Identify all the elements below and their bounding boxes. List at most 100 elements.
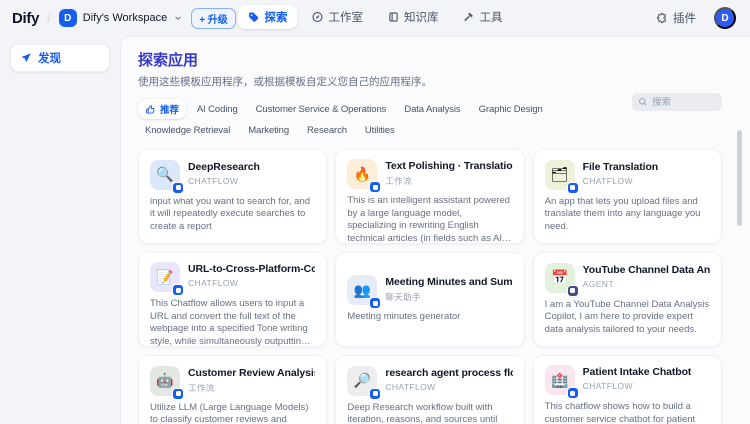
app-icon: 🔍: [150, 160, 180, 190]
app-cards-grid: 🔍 DeepResearch CHATFLOW input what you w…: [138, 149, 722, 424]
app-card-type: CHATFLOW: [188, 176, 260, 186]
page-title: 探索应用: [138, 49, 722, 70]
category-tab-research[interactable]: Research: [300, 122, 354, 139]
app-type-badge-icon: [369, 297, 381, 309]
content-area: 发现 探索应用 使用这些模板应用程序，或根据模板自定义您自己的应用程序。 推荐 …: [0, 36, 750, 424]
app-card-file-translation[interactable]: 🗂 File Translation CHATFLOW An app that …: [533, 149, 722, 244]
app-card-titles: YouTube Channel Data Analysis AGENT: [583, 263, 710, 289]
app-emoji-icon: 🔥: [354, 166, 371, 183]
discover-icon: [20, 52, 32, 64]
category-tab-recommended[interactable]: 推荐: [138, 99, 186, 119]
upgrade-button[interactable]: + 升级: [191, 8, 236, 29]
app-card-youtube-channel-data-analysis[interactable]: 📅 YouTube Channel Data Analysis AGENT I …: [533, 252, 722, 347]
app-card-header: 📅 YouTube Channel Data Analysis AGENT: [545, 263, 710, 293]
app-card-title: research agent process flow: [385, 367, 512, 380]
topbar-nav-item-tools[interactable]: 工具: [453, 5, 513, 29]
app-card-description: Utilize LLM (Large Language Models) to c…: [150, 402, 315, 424]
category-tab-utilities[interactable]: Utilities: [358, 122, 402, 139]
app-card-titles: File Translation CHATFLOW: [583, 160, 658, 186]
app-icon: 🔎: [347, 366, 377, 396]
app-card-title: Patient Intake Chatbot: [583, 366, 692, 379]
app-icon: 🔥: [347, 159, 377, 189]
plugins-label: 插件: [673, 10, 696, 26]
dify-logo: Dify: [12, 10, 39, 27]
app-card-title: File Translation: [583, 161, 658, 174]
workspace-avatar: D: [59, 9, 77, 27]
app-card-text-polishing-translation-tool[interactable]: 🔥 Text Polishing · Translation Tool 工作流 …: [335, 149, 524, 244]
app-emoji-icon: 🤖: [156, 372, 173, 389]
search-icon: [638, 97, 648, 107]
app-emoji-icon: 👥: [354, 282, 371, 299]
topbar-nav: 探索 工作室 知识库 工具: [238, 5, 513, 29]
sidebar: 发现: [0, 36, 120, 424]
app-card-type: CHATFLOW: [583, 381, 692, 391]
app-card-header: 🗂 File Translation CHATFLOW: [545, 160, 710, 190]
app-card-url-to-cross-platform-copywriting[interactable]: 📝 URL-to-Cross-Platform-Copywriting CHAT…: [138, 252, 327, 347]
nav-label: 工作室: [329, 9, 364, 25]
app-icon: 📅: [545, 263, 575, 293]
category-tab-marketing[interactable]: Marketing: [241, 122, 296, 139]
app-emoji-icon: 📅: [551, 269, 568, 286]
category-label: Knowledge Retrieval: [145, 125, 230, 136]
app-card-title: YouTube Channel Data Analysis: [583, 264, 710, 277]
app-card-header: 🔍 DeepResearch CHATFLOW: [150, 160, 315, 190]
logo-divider: /: [47, 11, 51, 26]
topbar-nav-item-knowledge[interactable]: 知识库: [377, 5, 449, 29]
category-label: Graphic Design: [479, 104, 543, 115]
thumbs-up-icon: [145, 104, 156, 115]
category-tab-customer-service[interactable]: Customer Service & Operations: [249, 99, 394, 119]
plugins-button[interactable]: 插件: [650, 9, 702, 27]
app-type-badge-icon: [567, 182, 579, 194]
workspace-selector[interactable]: D Dify's Workspace: [59, 9, 183, 27]
app-type-badge-icon: [172, 388, 184, 400]
app-card-titles: Patient Intake Chatbot CHATFLOW: [583, 365, 692, 391]
app-card-titles: research agent process flow CHATFLOW: [385, 366, 512, 392]
category-tab-knowledge-retrieval[interactable]: Knowledge Retrieval: [138, 122, 237, 139]
app-type-badge-icon: [369, 388, 381, 400]
nav-icon: [387, 11, 399, 23]
app-card-type: CHATFLOW: [583, 176, 658, 186]
category-tab-ai-coding[interactable]: AI Coding: [190, 99, 245, 119]
topbar-nav-item-explore[interactable]: 探索: [238, 5, 298, 29]
app-card-description: Deep Research workflow built with iterat…: [347, 402, 512, 424]
search-box[interactable]: [632, 93, 722, 111]
category-label: Research: [307, 125, 347, 136]
app-icon: 🏥: [545, 365, 575, 395]
app-card-meeting-minutes-and-summary[interactable]: 👥 Meeting Minutes and Summary 聊天助手 Meeti…: [335, 252, 524, 347]
app-icon: 📝: [150, 262, 180, 292]
app-type-badge-icon: [369, 181, 381, 193]
app-card-description: Meeting minutes generator: [347, 311, 512, 324]
workspace-name: Dify's Workspace: [83, 12, 167, 24]
search-input[interactable]: [652, 97, 716, 108]
app-card-titles: Text Polishing · Translation Tool 工作流: [385, 159, 512, 187]
app-card-customer-review-analysis-workflow[interactable]: 🤖 Customer Review Analysis Workflow 工作流 …: [138, 355, 327, 424]
chevron-down-icon: [173, 13, 183, 23]
nav-icon: [463, 11, 475, 23]
app-card-deepresearch[interactable]: 🔍 DeepResearch CHATFLOW input what you w…: [138, 149, 327, 244]
app-card-title: Meeting Minutes and Summary: [385, 276, 512, 289]
app-card-patient-intake-chatbot[interactable]: 🏥 Patient Intake Chatbot CHATFLOW This c…: [533, 355, 722, 424]
app-card-type: 工作流: [188, 382, 315, 394]
topbar-right: 插件 D: [650, 7, 736, 29]
category-tab-data-analysis[interactable]: Data Analysis: [397, 99, 467, 119]
app-card-titles: URL-to-Cross-Platform-Copywriting CHATFL…: [188, 262, 315, 288]
top-bar: Dify / D Dify's Workspace + 升级 探索 工作室 知识…: [0, 0, 750, 36]
plugin-icon: [656, 12, 668, 24]
app-card-description: An app that lets you upload files and tr…: [545, 196, 710, 234]
user-avatar[interactable]: D: [714, 7, 736, 29]
app-card-titles: Customer Review Analysis Workflow 工作流: [188, 366, 315, 394]
app-card-research-agent-process-flow[interactable]: 🔎 research agent process flow CHATFLOW D…: [335, 355, 524, 424]
category-label: Data Analysis: [404, 104, 460, 115]
app-card-description: This chatflow shows how to build a custo…: [545, 401, 710, 424]
category-tab-graphic-design[interactable]: Graphic Design: [472, 99, 550, 119]
sidebar-item-discover[interactable]: 发现: [10, 44, 110, 72]
app-card-type: CHATFLOW: [385, 382, 512, 392]
nav-icon: [248, 11, 260, 23]
app-card-header: 👥 Meeting Minutes and Summary 聊天助手: [347, 275, 512, 305]
topbar-nav-item-studio[interactable]: 工作室: [302, 5, 374, 29]
app-card-type: 工作流: [385, 175, 512, 187]
vertical-scrollbar[interactable]: [737, 130, 742, 226]
explore-panel: 探索应用 使用这些模板应用程序，或根据模板自定义您自己的应用程序。 推荐 AI …: [120, 36, 750, 424]
nav-label: 工具: [480, 9, 503, 25]
topbar-left: Dify / D Dify's Workspace + 升级: [12, 8, 236, 29]
